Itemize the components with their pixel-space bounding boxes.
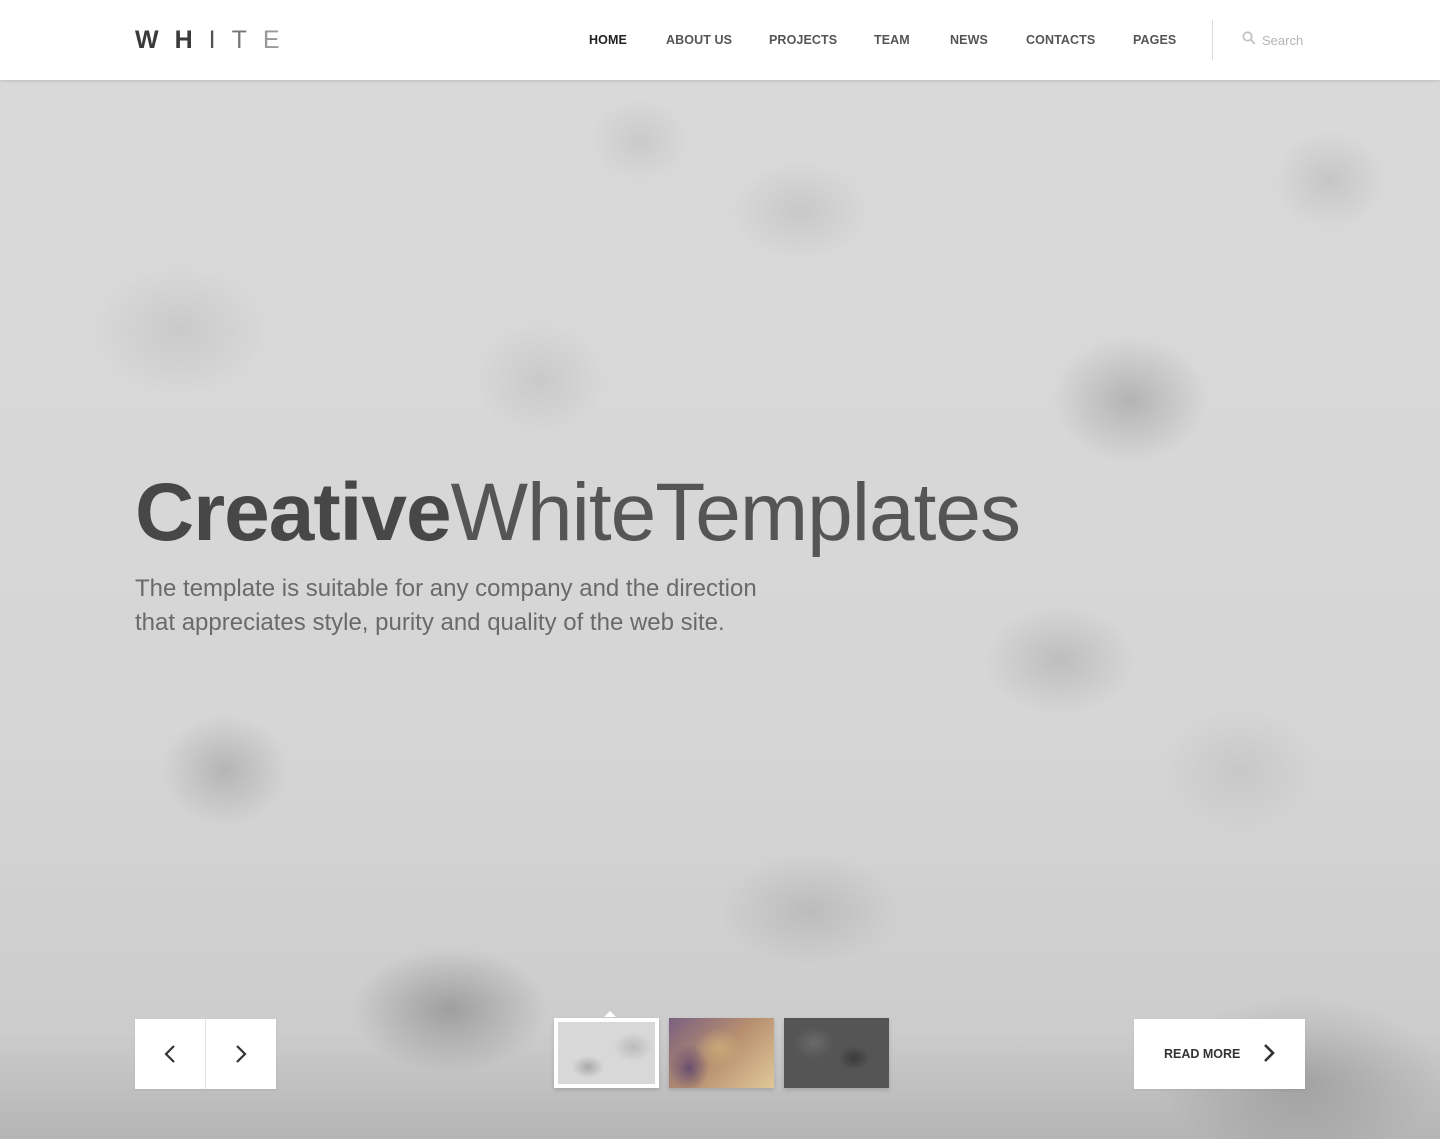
logo-letter: H xyxy=(174,26,193,54)
logo-letter: I xyxy=(208,26,216,54)
logo-letter: W xyxy=(135,26,159,54)
slide-thumbnail-2[interactable] xyxy=(669,1018,774,1088)
search-box[interactable] xyxy=(1242,30,1308,50)
slide-thumbnail-3[interactable] xyxy=(784,1018,889,1088)
slide-thumbnail-1[interactable] xyxy=(554,1011,659,1088)
hero-subtitle: The template is suitable for any company… xyxy=(135,572,835,640)
header-divider xyxy=(1212,20,1213,60)
headline-bold: Creative xyxy=(135,467,452,558)
logo-letter: T xyxy=(231,26,247,54)
headline-light-1: White xyxy=(450,467,657,558)
search-input[interactable] xyxy=(1262,32,1308,48)
nav-item-team[interactable]: TEAM xyxy=(874,33,910,47)
hero-headline: CreativeWhiteTemplates xyxy=(135,467,1021,558)
nav-item-news[interactable]: NEWS xyxy=(950,33,988,47)
chevron-left-icon xyxy=(164,1045,175,1063)
headline-light-2: Templates xyxy=(655,467,1021,558)
next-slide-button[interactable] xyxy=(205,1019,276,1089)
logo-letter: E xyxy=(262,26,280,54)
hero-slider: CreativeWhiteTemplates The template is s… xyxy=(0,80,1440,1139)
read-more-label: READ MORE xyxy=(1164,1047,1241,1061)
nav-item-about-us[interactable]: ABOUT US xyxy=(666,33,732,47)
chevron-right-icon xyxy=(1264,1044,1275,1062)
site-logo[interactable]: W H I T E xyxy=(135,26,280,54)
slider-arrows xyxy=(135,1019,276,1089)
subtitle-line-1: The template is suitable for any company… xyxy=(135,575,757,602)
site-header: W H I T E HOME ABOUT US PROJECTS TEAM NE… xyxy=(0,0,1440,80)
subtitle-line-2: that appreciates style, purity and quali… xyxy=(135,609,725,636)
chevron-right-icon xyxy=(236,1045,247,1063)
nav-item-projects[interactable]: PROJECTS xyxy=(769,33,837,47)
read-more-button[interactable]: READ MORE xyxy=(1134,1019,1305,1089)
nav-item-contacts[interactable]: CONTACTS xyxy=(1026,33,1095,47)
nav-item-home[interactable]: HOME xyxy=(589,33,627,47)
prev-slide-button[interactable] xyxy=(135,1019,205,1089)
nav-item-pages[interactable]: PAGES xyxy=(1133,33,1176,47)
search-icon[interactable] xyxy=(1242,30,1256,50)
